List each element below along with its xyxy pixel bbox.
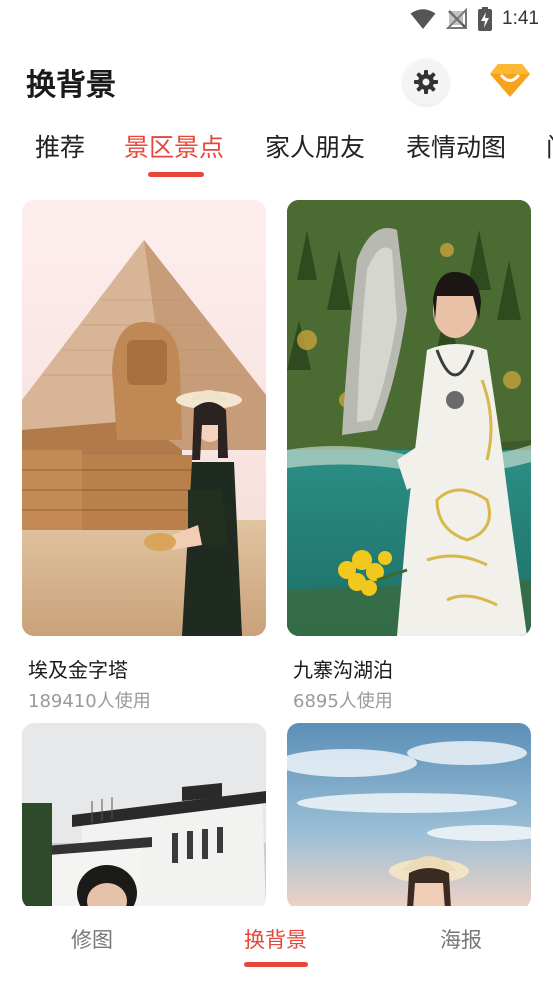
no-signal-icon bbox=[446, 8, 468, 29]
lake-scene-image bbox=[287, 200, 531, 636]
nav-item-edit-photo[interactable]: 修图 bbox=[71, 924, 113, 954]
template-usage-count: 6895人使用 bbox=[293, 691, 393, 712]
page-title: 换背景 bbox=[26, 68, 116, 103]
template-thumbnail[interactable] bbox=[287, 200, 531, 636]
tab-scenic-spots[interactable]: 景区景点 bbox=[124, 128, 224, 164]
vip-diamond-icon bbox=[490, 64, 530, 97]
bottom-navigation: 修图 换背景 海报 bbox=[0, 906, 553, 983]
tab-more-partial[interactable]: 门 bbox=[546, 128, 553, 164]
template-title: 九寨沟湖泊 bbox=[293, 658, 393, 682]
template-card[interactable] bbox=[287, 723, 531, 906]
wifi-icon bbox=[410, 9, 436, 29]
gear-icon bbox=[414, 70, 438, 94]
category-tabs: 推荐 景区景点 家人朋友 表情动图 门 bbox=[0, 128, 553, 178]
tab-recommended[interactable]: 推荐 bbox=[35, 128, 85, 164]
header: 换背景 bbox=[0, 50, 553, 110]
template-title: 埃及金字塔 bbox=[28, 658, 128, 682]
template-thumbnail[interactable] bbox=[22, 200, 266, 636]
template-thumbnail[interactable] bbox=[287, 723, 531, 906]
battery-charging-icon bbox=[478, 7, 493, 31]
nav-item-change-background[interactable]: 换背景 bbox=[244, 924, 307, 954]
sky-scene-image bbox=[287, 723, 531, 906]
template-card[interactable] bbox=[22, 723, 266, 906]
active-nav-indicator bbox=[244, 962, 308, 967]
active-tab-indicator bbox=[148, 172, 204, 177]
tab-family-friends[interactable]: 家人朋友 bbox=[265, 128, 365, 164]
vip-button[interactable] bbox=[488, 60, 532, 100]
template-card[interactable]: 九寨沟湖泊 6895人使用 bbox=[287, 200, 531, 713]
template-card[interactable]: 埃及金字塔 189410人使用 bbox=[22, 200, 266, 713]
status-bar: 1:41 bbox=[0, 0, 553, 40]
nav-item-poster[interactable]: 海报 bbox=[440, 924, 482, 954]
settings-button[interactable] bbox=[403, 59, 449, 105]
pyramid-scene-image bbox=[22, 200, 266, 636]
tab-animated-stickers[interactable]: 表情动图 bbox=[406, 128, 506, 164]
template-grid: 埃及金字塔 189410人使用 九寨沟湖泊 6895人使用 bbox=[0, 200, 553, 906]
status-icons: 1:41 bbox=[410, 7, 539, 31]
status-time: 1:41 bbox=[502, 8, 539, 29]
template-usage-count: 189410人使用 bbox=[28, 691, 151, 712]
ancient-building-scene-image bbox=[22, 723, 266, 906]
template-thumbnail[interactable] bbox=[22, 723, 266, 906]
